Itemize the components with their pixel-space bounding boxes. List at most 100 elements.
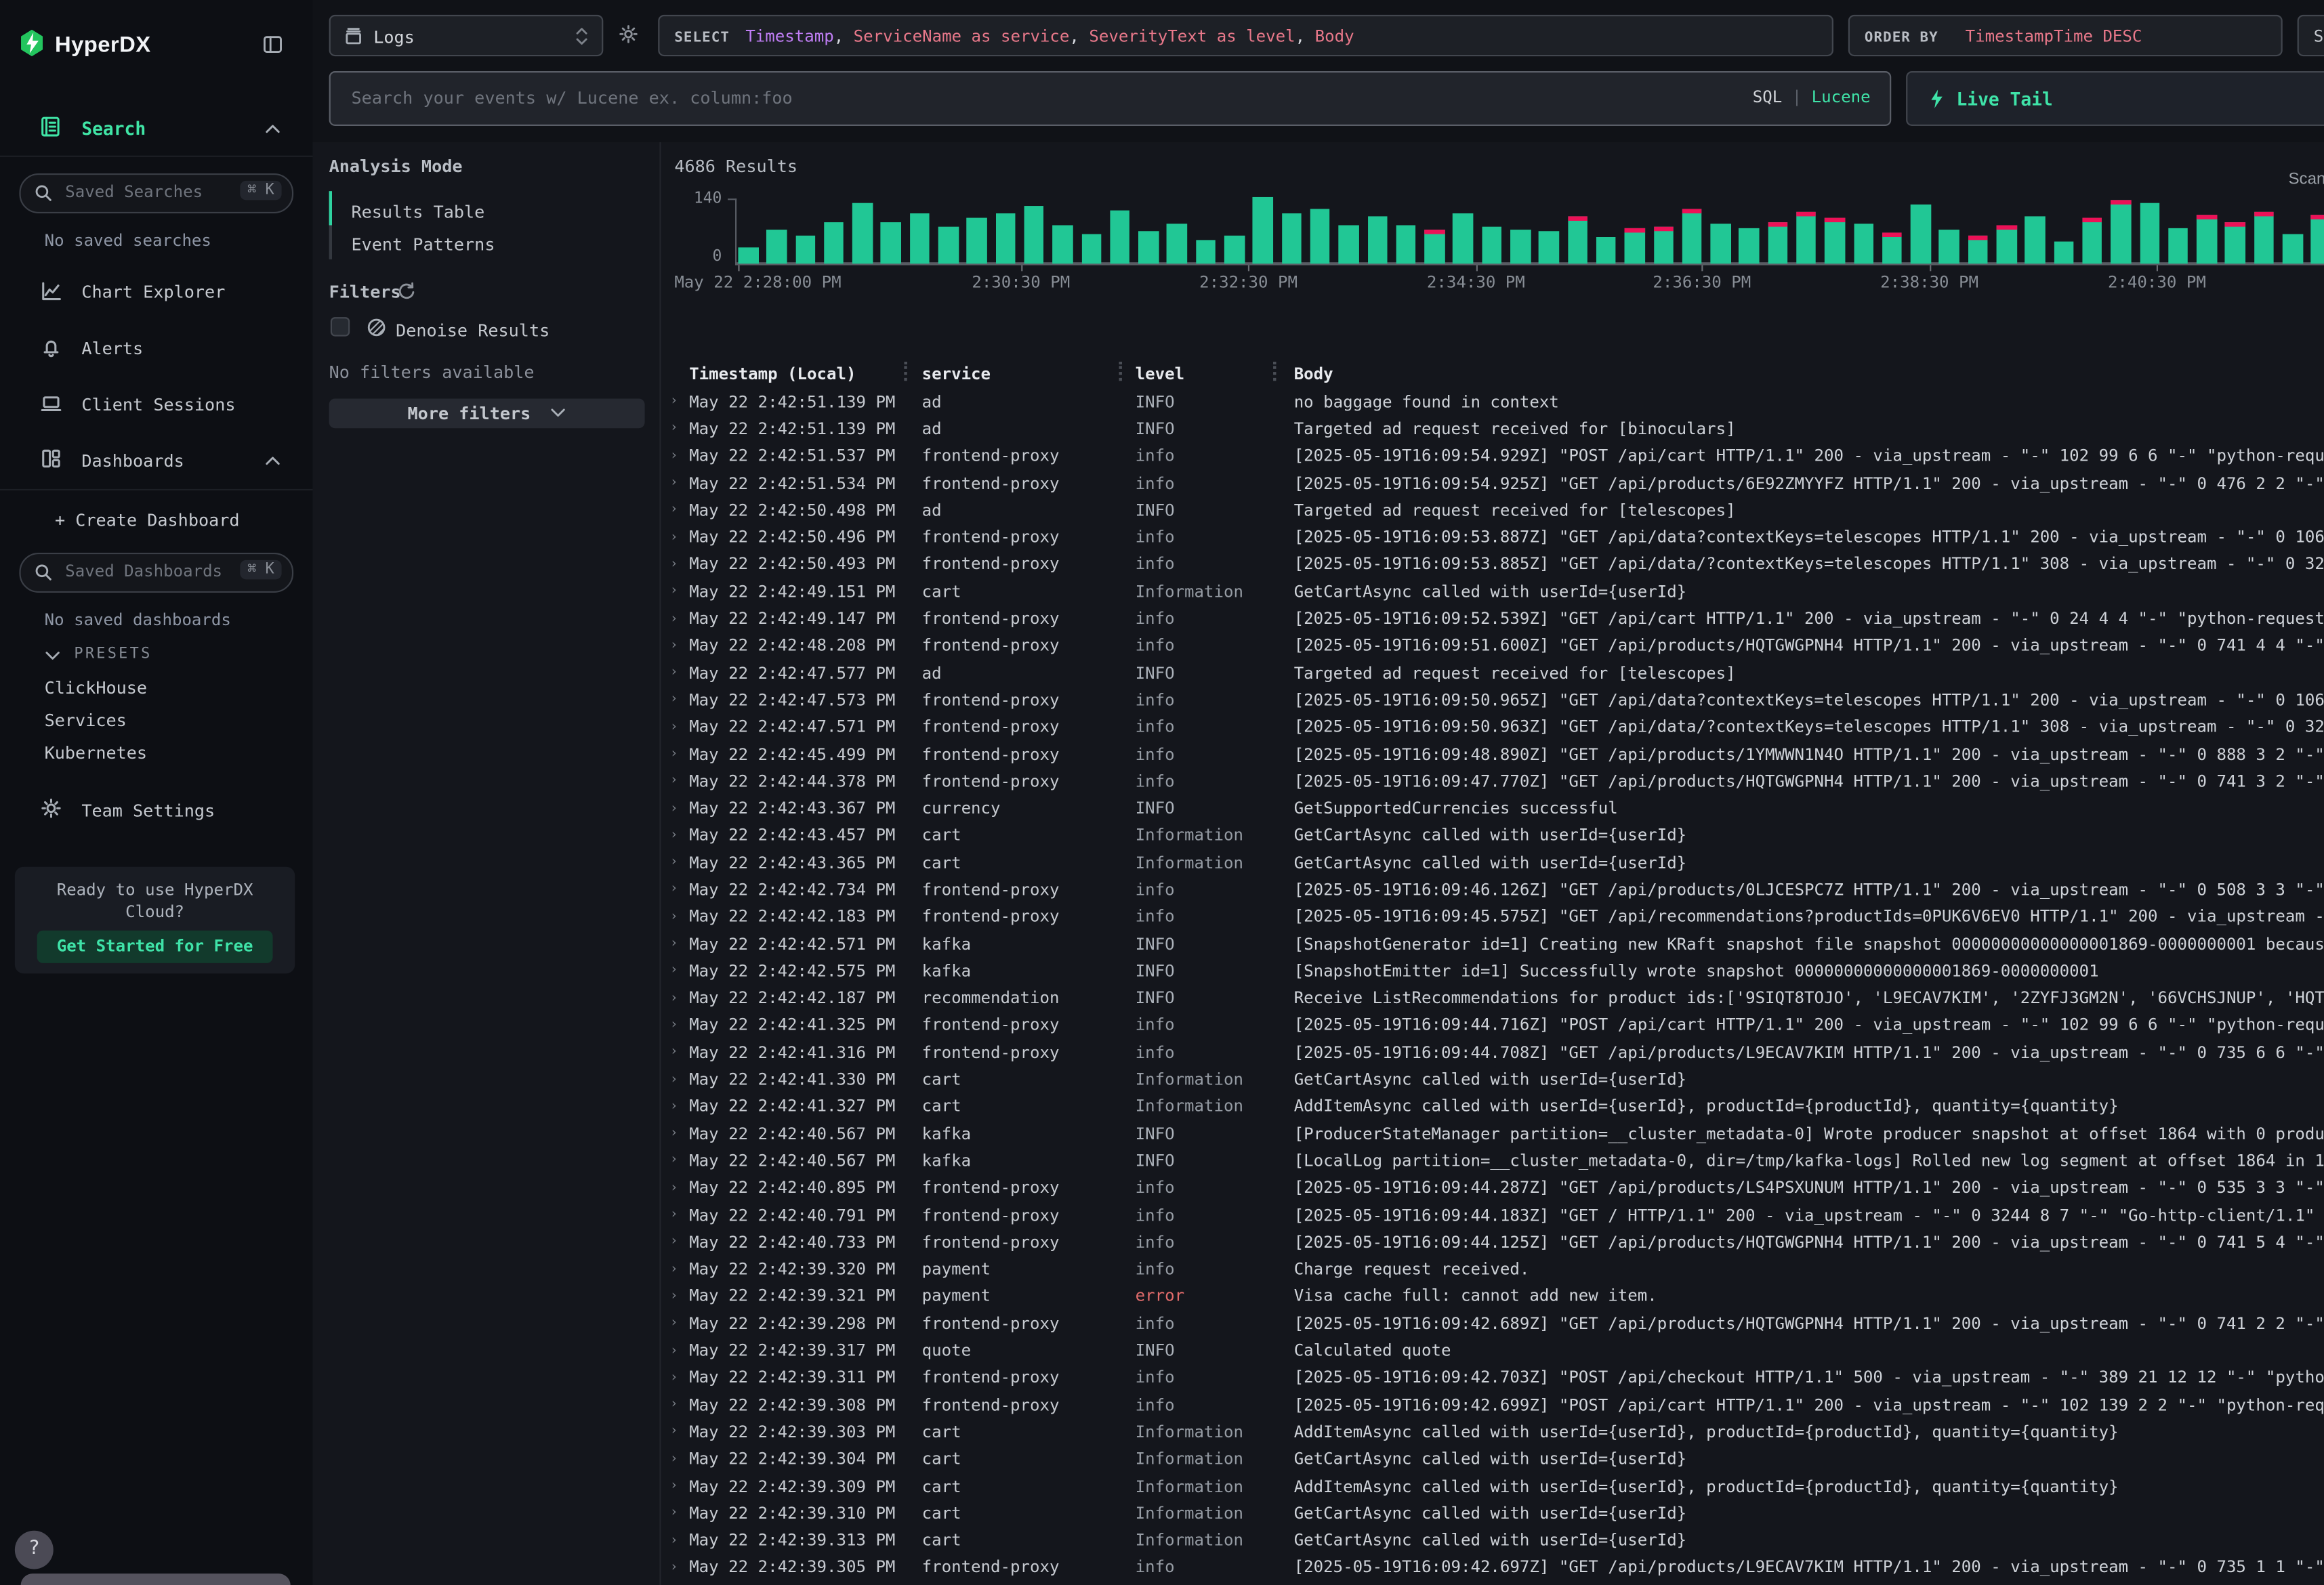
histogram-bar[interactable] bbox=[2054, 241, 2074, 263]
table-row[interactable]: ›May 22 2:42:51.537 PMfrontend-proxyinfo… bbox=[661, 442, 2324, 469]
denoise-label[interactable]: Denoise Results bbox=[396, 320, 549, 341]
row-expand-chevron-icon[interactable]: › bbox=[670, 774, 689, 789]
row-expand-chevron-icon[interactable]: › bbox=[670, 1126, 689, 1141]
table-row[interactable]: ›May 22 2:42:39.310 PMcartInformationGet… bbox=[661, 1500, 2324, 1527]
row-expand-chevron-icon[interactable]: › bbox=[670, 394, 689, 409]
saved-dashboards-input[interactable]: ⌘ K bbox=[19, 553, 293, 593]
table-row[interactable]: ›May 22 2:42:40.567 PMkafkaINFO[LocalLog… bbox=[661, 1147, 2324, 1175]
table-row[interactable]: ›May 22 2:42:40.791 PMfrontend-proxyinfo… bbox=[661, 1202, 2324, 1229]
table-row[interactable]: ›May 22 2:42:50.498 PMadINFOTargeted ad … bbox=[661, 496, 2324, 524]
table-row[interactable]: ›May 22 2:42:41.325 PMfrontend-proxyinfo… bbox=[661, 1012, 2324, 1039]
histogram-bar[interactable] bbox=[1367, 217, 1388, 263]
histogram-bar[interactable] bbox=[1854, 224, 1874, 263]
table-row[interactable]: ›May 22 2:42:45.499 PMfrontend-proxyinfo… bbox=[661, 740, 2324, 767]
row-expand-chevron-icon[interactable]: › bbox=[670, 1452, 689, 1466]
table-row[interactable]: ›May 22 2:42:50.496 PMfrontend-proxyinfo… bbox=[661, 524, 2324, 551]
histogram-bar[interactable] bbox=[1596, 236, 1617, 263]
histogram-bar[interactable] bbox=[1224, 236, 1245, 263]
sidebar-item-team-settings[interactable]: Team Settings bbox=[81, 800, 215, 821]
histogram-bar[interactable] bbox=[767, 230, 787, 263]
histogram-bar[interactable] bbox=[1711, 224, 1731, 263]
row-expand-chevron-icon[interactable]: › bbox=[670, 638, 689, 653]
table-row[interactable]: ›May 22 2:42:44.378 PMfrontend-proxyinfo… bbox=[661, 767, 2324, 795]
histogram-bar[interactable] bbox=[2025, 217, 2046, 263]
row-expand-chevron-icon[interactable]: › bbox=[670, 883, 689, 897]
table-row[interactable]: ›May 22 2:42:39.317 PMquoteINFOCalculate… bbox=[661, 1337, 2324, 1364]
row-expand-chevron-icon[interactable]: › bbox=[670, 1506, 689, 1521]
live-tail-button[interactable]: Live Tail bbox=[1906, 71, 2324, 126]
histogram-bar[interactable] bbox=[2140, 203, 2160, 263]
histogram-bar[interactable] bbox=[1196, 240, 1216, 263]
histogram-bar-with-errors[interactable] bbox=[2311, 215, 2324, 263]
col-header-body[interactable]: Body bbox=[1294, 364, 2324, 383]
histogram-bar[interactable] bbox=[1453, 213, 1474, 263]
histogram-bar-with-errors[interactable] bbox=[2254, 212, 2275, 263]
histogram-bar[interactable] bbox=[1739, 228, 1760, 263]
histogram-bar[interactable] bbox=[1310, 209, 1331, 263]
row-expand-chevron-icon[interactable]: › bbox=[670, 1235, 689, 1250]
histogram-bar[interactable] bbox=[1396, 225, 1416, 263]
table-row[interactable]: ›May 22 2:42:39.320 PMpaymentinfoCharge … bbox=[661, 1256, 2324, 1283]
histogram-bar-with-errors[interactable] bbox=[2225, 222, 2245, 263]
col-header-timestamp[interactable]: Timestamp (Local) bbox=[689, 364, 921, 383]
histogram-bar[interactable] bbox=[1911, 205, 1931, 263]
col-header-service[interactable]: service bbox=[922, 364, 1136, 383]
table-row[interactable]: ›May 22 2:42:41.330 PMcartInformationGet… bbox=[661, 1066, 2324, 1093]
row-expand-chevron-icon[interactable]: › bbox=[670, 1560, 689, 1575]
histogram-bars[interactable] bbox=[738, 194, 2324, 263]
row-expand-chevron-icon[interactable]: › bbox=[670, 557, 689, 572]
table-row[interactable]: ›May 22 2:42:41.327 PMcartInformationAdd… bbox=[661, 1093, 2324, 1120]
get-started-button[interactable]: Get Started for Free bbox=[37, 931, 273, 963]
chevron-up-icon[interactable] bbox=[264, 455, 281, 467]
histogram-bar-with-errors[interactable] bbox=[1568, 216, 1588, 263]
histogram-bar-with-errors[interactable] bbox=[1625, 228, 1645, 263]
row-expand-chevron-icon[interactable]: › bbox=[670, 1424, 689, 1439]
row-expand-chevron-icon[interactable]: › bbox=[670, 910, 689, 925]
histogram-bar[interactable] bbox=[738, 247, 758, 263]
row-expand-chevron-icon[interactable]: › bbox=[670, 1397, 689, 1412]
histogram-bar[interactable] bbox=[881, 221, 901, 263]
create-dashboard-button[interactable]: + Create Dashboard bbox=[55, 510, 240, 531]
row-expand-chevron-icon[interactable]: › bbox=[670, 855, 689, 870]
row-expand-chevron-icon[interactable]: › bbox=[670, 1072, 689, 1087]
row-expand-chevron-icon[interactable]: › bbox=[670, 1045, 689, 1060]
column-resize-handle[interactable] bbox=[1273, 362, 1276, 381]
row-expand-chevron-icon[interactable]: › bbox=[670, 1099, 689, 1114]
row-expand-chevron-icon[interactable]: › bbox=[670, 1370, 689, 1385]
preset-item-kubernetes[interactable]: Kubernetes bbox=[45, 742, 147, 763]
results-histogram[interactable]: 140 0 May 22 2:28:00 PM2:30:30 PM2:32:30… bbox=[661, 142, 2324, 291]
table-row[interactable]: ›May 22 2:42:40.733 PMfrontend-proxyinfo… bbox=[661, 1229, 2324, 1256]
histogram-bar-with-errors[interactable] bbox=[1768, 221, 1788, 263]
table-row[interactable]: ›May 22 2:42:39.305 PMfrontend-proxyinfo… bbox=[661, 1554, 2324, 1581]
table-row[interactable]: ›May 22 2:42:47.577 PMadINFOTargeted ad … bbox=[661, 659, 2324, 686]
histogram-bar[interactable] bbox=[1138, 232, 1159, 263]
table-row[interactable]: ›May 22 2:42:47.573 PMfrontend-proxyinfo… bbox=[661, 686, 2324, 713]
row-expand-chevron-icon[interactable]: › bbox=[670, 937, 689, 952]
row-expand-chevron-icon[interactable]: › bbox=[670, 476, 689, 490]
sidebar-item-search[interactable]: Search bbox=[81, 119, 146, 140]
save-search-button-partial[interactable]: Sa bbox=[2298, 15, 2324, 56]
table-row[interactable]: ›May 22 2:42:39.298 PMfrontend-proxyinfo… bbox=[661, 1310, 2324, 1337]
row-expand-chevron-icon[interactable]: › bbox=[670, 421, 689, 436]
select-columns-input[interactable]: SELECT Timestamp, ServiceName as service… bbox=[658, 15, 1833, 56]
source-settings-gear-icon[interactable] bbox=[618, 24, 639, 45]
histogram-bar-with-errors[interactable] bbox=[2082, 217, 2102, 263]
table-row[interactable]: ›May 22 2:42:42.571 PMkafkaINFO[Snapshot… bbox=[661, 931, 2324, 958]
chevron-down-icon[interactable] bbox=[45, 650, 61, 660]
table-row[interactable]: ›May 22 2:42:51.139 PMadINFOno baggage f… bbox=[661, 388, 2324, 415]
row-expand-chevron-icon[interactable]: › bbox=[670, 801, 689, 816]
table-row[interactable]: ›May 22 2:42:43.457 PMcartInformationGet… bbox=[661, 822, 2324, 849]
denoise-checkbox[interactable] bbox=[331, 317, 350, 336]
row-expand-chevron-icon[interactable]: › bbox=[670, 1479, 689, 1494]
table-row[interactable]: ›May 22 2:42:43.367 PMcurrencyINFOGetSup… bbox=[661, 795, 2324, 822]
row-expand-chevron-icon[interactable]: › bbox=[670, 665, 689, 680]
row-expand-chevron-icon[interactable]: › bbox=[670, 991, 689, 1006]
histogram-bar-with-errors[interactable] bbox=[1682, 209, 1702, 263]
table-row[interactable]: ›May 22 2:42:39.308 PMfrontend-proxyinfo… bbox=[661, 1391, 2324, 1418]
table-row[interactable]: ›May 22 2:42:39.311 PMfrontend-proxyinfo… bbox=[661, 1364, 2324, 1391]
histogram-bar[interactable] bbox=[824, 221, 844, 263]
table-row[interactable]: ›May 22 2:42:50.493 PMfrontend-proxyinfo… bbox=[661, 551, 2324, 578]
table-row[interactable]: ›May 22 2:42:42.734 PMfrontend-proxyinfo… bbox=[661, 876, 2324, 904]
row-expand-chevron-icon[interactable]: › bbox=[670, 1289, 689, 1304]
table-row[interactable]: ›May 22 2:42:47.571 PMfrontend-proxyinfo… bbox=[661, 713, 2324, 740]
